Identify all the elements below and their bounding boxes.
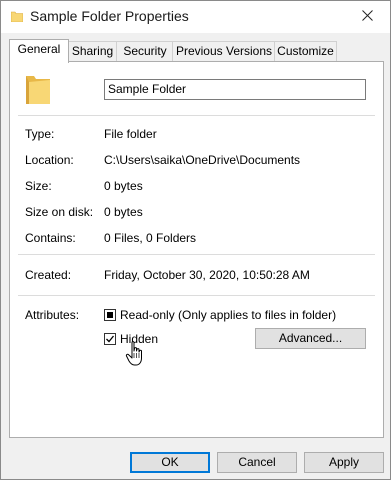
folder-icon [11,11,23,22]
ok-button[interactable]: OK [130,452,210,473]
tab-customize[interactable]: Customize [274,41,337,62]
attributes-label: Attributes: [25,308,80,322]
size-on-disk-label: Size on disk: [25,205,94,219]
created-label: Created: [25,268,72,282]
general-panel: Sample Folder Type: File folder Location… [9,61,384,438]
readonly-label: Read-only (Only applies to files in fold… [120,308,337,322]
type-value: File folder [104,127,157,141]
hidden-checkbox[interactable] [104,333,116,345]
tab-previous-versions[interactable]: Previous Versions [172,41,276,62]
size-value: 0 bytes [104,179,143,193]
cancel-button[interactable]: Cancel [217,452,297,473]
close-icon [362,10,373,21]
advanced-button[interactable]: Advanced... [255,328,366,349]
tab-general[interactable]: General [9,39,69,63]
hand-pointer-cursor [125,341,142,366]
folder-large-icon [26,76,50,104]
size-on-disk-value: 0 bytes [104,205,143,219]
window-title: Sample Folder Properties [30,8,189,24]
separator [18,115,375,116]
close-button[interactable] [354,3,382,29]
location-value: C:\Users\saika\OneDrive\Documents [104,153,301,167]
tab-sharing[interactable]: Sharing [67,41,118,62]
properties-dialog: Sample Folder Properties General Sharing… [0,0,391,480]
tab-strip: General Sharing Security Previous Versio… [9,39,381,63]
title-bar: Sample Folder Properties [1,1,390,33]
size-label: Size: [25,179,52,193]
contains-value: 0 Files, 0 Folders [104,231,197,245]
tab-security[interactable]: Security [116,41,174,62]
apply-button[interactable]: Apply [304,452,384,473]
folder-name-input[interactable]: Sample Folder [104,79,366,100]
contains-label: Contains: [25,231,76,245]
location-label: Location: [25,153,74,167]
separator [18,254,375,255]
created-value: Friday, October 30, 2020, 10:50:28 AM [104,268,310,282]
type-label: Type: [25,127,55,141]
checkmark-icon [106,335,115,343]
separator [18,295,375,296]
readonly-checkbox[interactable] [104,309,116,321]
indeterminate-mark [107,312,113,318]
